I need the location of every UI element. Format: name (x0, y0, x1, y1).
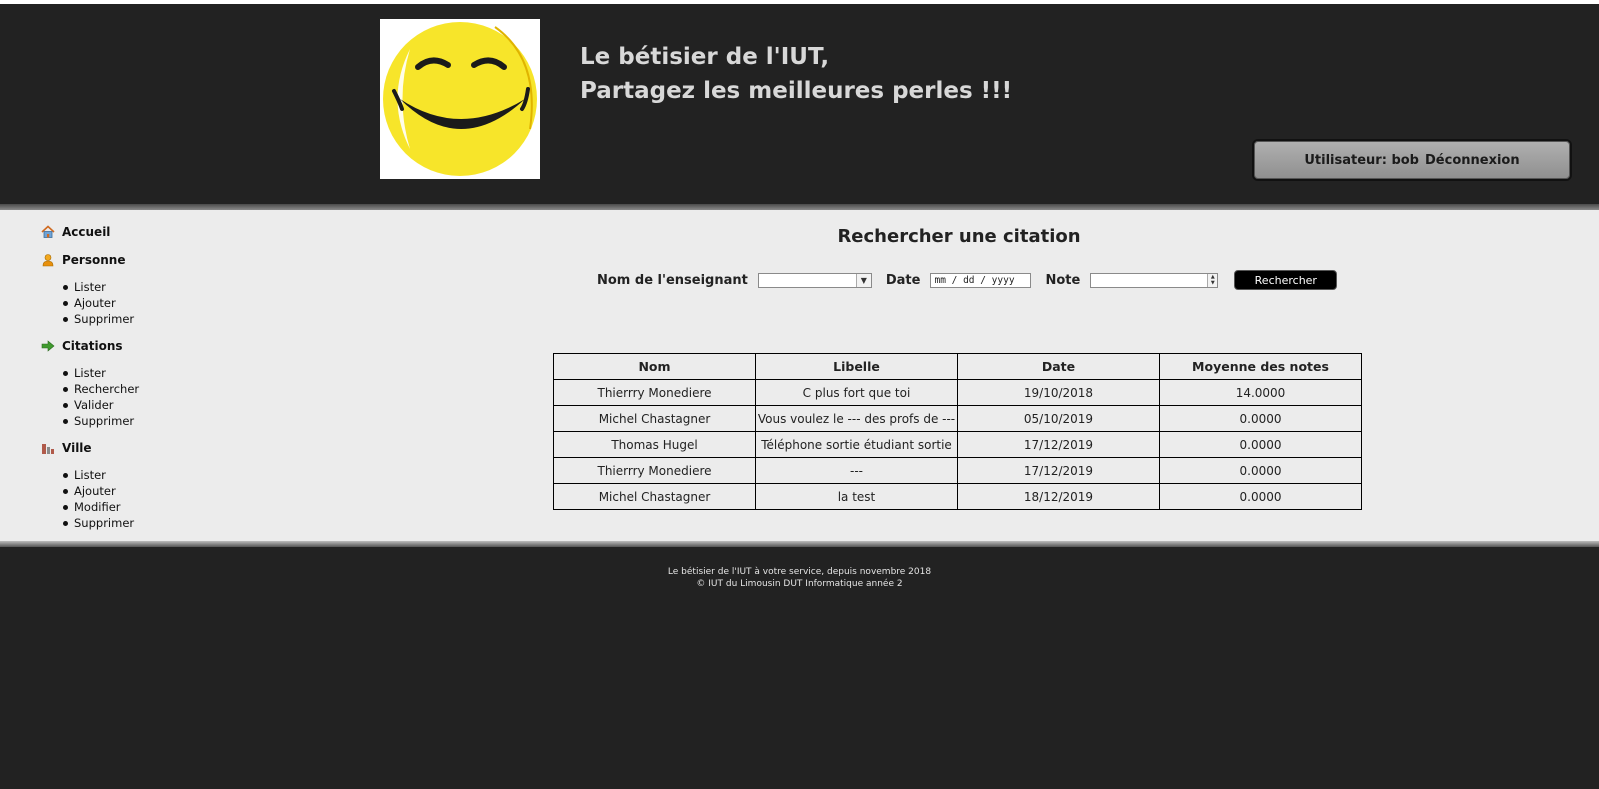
site-title-line2: Partagez les meilleures perles !!! (580, 78, 1013, 104)
site-header: Le bétisier de l'IUT, Partagez les meill… (0, 4, 1599, 204)
cell-moyenne: 0.0000 (1159, 457, 1362, 484)
cell-moyenne: 0.0000 (1159, 483, 1362, 510)
cell-nom: Thierrry Monediere (553, 379, 756, 406)
menu-item-citations-lister[interactable]: Lister (63, 365, 139, 381)
column-header-moyenne: Moyenne des notes (1159, 353, 1362, 380)
menu-item-citations-valider[interactable]: Valider (63, 397, 139, 413)
arrow-right-icon (41, 340, 55, 352)
sidebar-label-personne: Personne (62, 253, 126, 267)
table-row: Thierrry Monediere --- 17/12/2019 0.0000 (553, 457, 1362, 484)
cell-moyenne: 14.0000 (1159, 379, 1362, 406)
search-form: Nom de l'enseignant ▼ Date mm / dd / yyy… (597, 269, 1338, 291)
cell-libelle: Vous voulez le --- des profs de --- (755, 405, 958, 432)
site-title: Le bétisier de l'IUT, Partagez les meill… (580, 40, 1012, 108)
city-icon (42, 444, 54, 454)
sidebar-menu: Accueil Personne Lister Ajouter Supprime… (41, 223, 139, 531)
results-table: Nom Libelle Date Moyenne des notes Thier… (553, 353, 1362, 510)
note-input[interactable]: ▲ ▼ (1090, 272, 1219, 288)
menu-section-citations: Citations Lister Rechercher Valider Supp… (41, 337, 139, 429)
menu-item-personne-ajouter[interactable]: Ajouter (63, 295, 139, 311)
menu-item-personne-supprimer[interactable]: Supprimer (63, 311, 139, 327)
sidebar-label-ville: Ville (62, 441, 92, 455)
menu-item-citations-rechercher[interactable]: Rechercher (63, 381, 139, 397)
column-header-nom: Nom (553, 353, 756, 380)
cell-libelle: la test (755, 483, 958, 510)
cell-nom: Thierrry Monediere (553, 457, 756, 484)
table-row: Michel Chastagner Vous voulez le --- des… (553, 405, 1362, 432)
spinner-icon[interactable]: ▲ ▼ (1207, 273, 1218, 287)
main-area: Accueil Personne Lister Ajouter Supprime… (0, 210, 1599, 546)
user-label: Utilisateur: bob (1304, 152, 1419, 168)
sidebar-item-citations[interactable]: Citations (41, 337, 139, 355)
column-header-libelle: Libelle (755, 353, 958, 380)
logout-link[interactable]: Déconnexion (1425, 153, 1520, 168)
cell-moyenne: 0.0000 (1159, 431, 1362, 458)
table-row: Michel Chastagner la test 18/12/2019 0.0… (553, 483, 1362, 510)
site-title-line1: Le bétisier de l'IUT, (580, 44, 830, 70)
page-title: Rechercher une citation (837, 226, 1081, 247)
cell-libelle: --- (755, 457, 958, 484)
personne-submenu: Lister Ajouter Supprimer (41, 279, 139, 327)
search-button[interactable]: Rechercher (1234, 270, 1338, 290)
cell-nom: Michel Chastagner (553, 483, 756, 510)
cell-libelle: C plus fort que toi (755, 379, 958, 406)
cell-nom: Thomas Hugel (553, 431, 756, 458)
smiley-icon (380, 19, 540, 179)
cell-date: 18/12/2019 (957, 483, 1160, 510)
chevron-down-icon: ▼ (855, 273, 871, 287)
user-box: Utilisateur: bob Déconnexion (1252, 139, 1572, 181)
menu-item-ville-supprimer[interactable]: Supprimer (63, 515, 139, 531)
footer-line2: © IUT du Limousin DUT Informatique année… (696, 579, 903, 589)
cell-date: 05/10/2019 (957, 405, 1160, 432)
cell-nom: Michel Chastagner (553, 405, 756, 432)
menu-item-ville-modifier[interactable]: Modifier (63, 499, 139, 515)
site-footer: Le bétisier de l'IUT à votre service, de… (0, 566, 1599, 590)
cell-date: 17/12/2019 (957, 457, 1160, 484)
cell-moyenne: 0.0000 (1159, 405, 1362, 432)
ville-submenu: Lister Ajouter Modifier Supprimer (41, 467, 139, 531)
table-header-row: Nom Libelle Date Moyenne des notes (553, 353, 1362, 380)
note-label: Note (1045, 272, 1081, 288)
cell-date: 17/12/2019 (957, 431, 1160, 458)
menu-section-personne: Personne Lister Ajouter Supprimer (41, 251, 139, 327)
menu-item-personne-lister[interactable]: Lister (63, 279, 139, 295)
cell-date: 19/10/2018 (957, 379, 1160, 406)
menu-item-ville-ajouter[interactable]: Ajouter (63, 483, 139, 499)
sidebar-item-ville[interactable]: Ville (41, 439, 139, 457)
teacher-select[interactable]: ▼ (757, 272, 872, 288)
table-row: Thierrry Monediere C plus fort que toi 1… (553, 379, 1362, 406)
sidebar-label-citations: Citations (62, 339, 123, 353)
cell-libelle: Téléphone sortie étudiant sortie (755, 431, 958, 458)
menu-section-ville: Ville Lister Ajouter Modifier Supprimer (41, 439, 139, 531)
date-input[interactable]: mm / dd / yyyy (930, 272, 1032, 288)
citations-submenu: Lister Rechercher Valider Supprimer (41, 365, 139, 429)
table-row: Thomas Hugel Téléphone sortie étudiant s… (553, 431, 1362, 458)
teacher-label: Nom de l'enseignant (597, 272, 748, 288)
menu-item-citations-supprimer[interactable]: Supprimer (63, 413, 139, 429)
sidebar-item-personne[interactable]: Personne (41, 251, 139, 269)
column-header-date: Date (957, 353, 1160, 380)
date-label: Date (885, 272, 921, 288)
person-icon (42, 254, 54, 267)
menu-item-ville-lister[interactable]: Lister (63, 467, 139, 483)
footer-line1: Le bétisier de l'IUT à votre service, de… (667, 567, 932, 577)
content-bottom-shadow (0, 541, 1599, 547)
